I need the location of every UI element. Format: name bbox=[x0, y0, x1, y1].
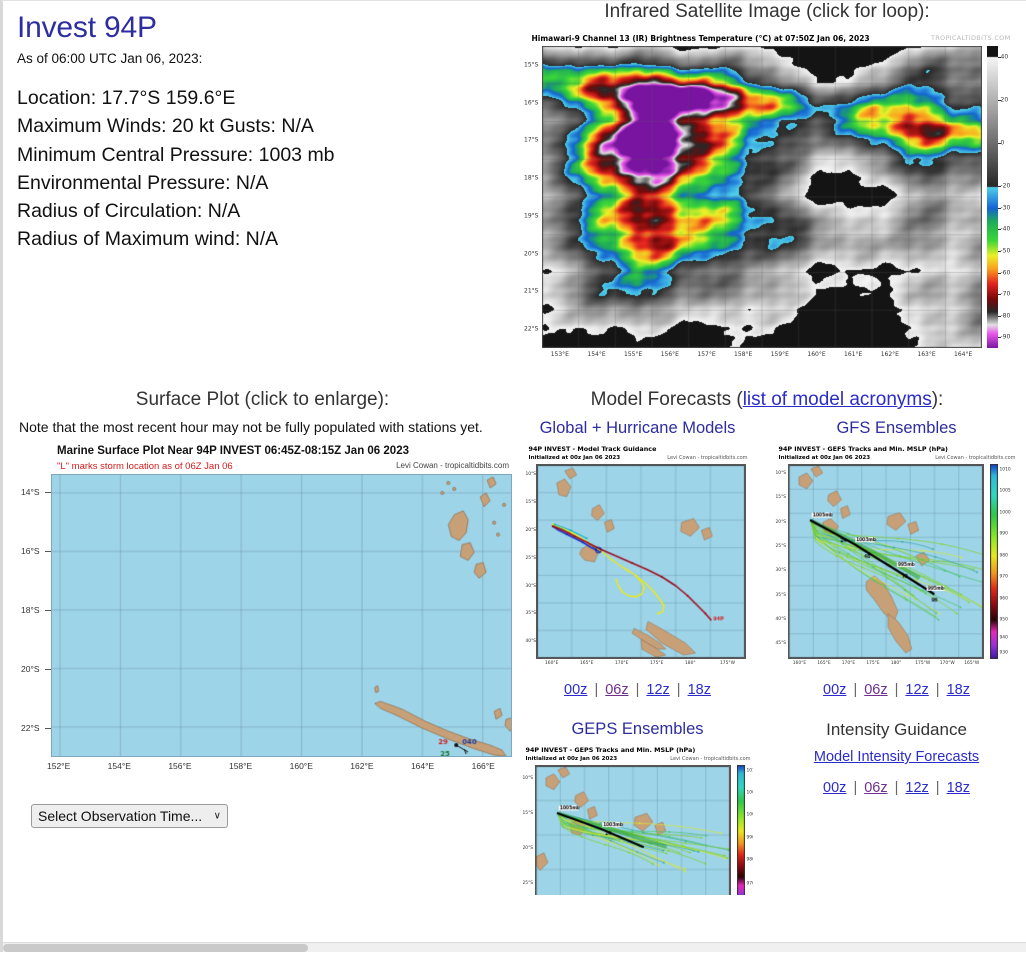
chart-subtitle: Initialized at 00z Jan 06 2023 bbox=[778, 455, 871, 461]
link-separator: | bbox=[635, 682, 640, 698]
chart-map[interactable] bbox=[534, 765, 731, 895]
time-link-00z[interactable]: 00z bbox=[823, 682, 846, 698]
satellite-image-wrapper[interactable]: Himawari-9 Channel 13 (IR) Brightness Te… bbox=[514, 31, 1020, 367]
models-heading-suffix: ): bbox=[931, 389, 944, 410]
time-link-18z[interactable]: 18z bbox=[947, 780, 970, 796]
page-root: Invest 94P As of 06:00 UTC Jan 06, 2023:… bbox=[0, 0, 1026, 952]
surface-note: Note that the most recent hour may not b… bbox=[19, 419, 483, 435]
intensity-cell: Intensity Guidance Model Intensity Forec… bbox=[767, 720, 1026, 895]
satellite-image[interactable]: Himawari-9 Channel 13 (IR) Brightness Te… bbox=[514, 31, 1015, 367]
scrollbar-thumb[interactable] bbox=[3, 944, 308, 952]
models-heading-prefix: Model Forecasts ( bbox=[590, 389, 743, 410]
satellite-panel: Infrared Satellite Image (click for loop… bbox=[508, 1, 1026, 367]
satellite-colorbar bbox=[986, 46, 998, 348]
chart-credit: Levi Cowan - tropicaltidbits.com bbox=[935, 455, 1016, 461]
panel-title-gfs: GFS Ensembles bbox=[836, 419, 957, 437]
intensity-link-wrapper: Model Intensity Forecasts bbox=[767, 748, 1026, 766]
surface-plot[interactable]: Marine Surface Plot Near 94P INVEST 06:4… bbox=[19, 443, 515, 798]
chart-title: 94P INVEST - Model Track Guidance bbox=[528, 445, 657, 453]
model-intensity-forecasts-link[interactable]: Model Intensity Forecasts bbox=[814, 749, 979, 765]
chart-map[interactable] bbox=[787, 464, 984, 659]
page-title: Invest 94P bbox=[17, 11, 157, 44]
surface-panel: Surface Plot (click to enlarge): Note th… bbox=[3, 389, 512, 895]
chart-title: 94P INVEST - GEPS Tracks and Min. MSLP (… bbox=[525, 746, 696, 754]
model-cell-geps: GEPS Ensembles 94P INVEST - GEPS Tracks … bbox=[508, 720, 767, 895]
surface-subtitle: "L" marks storm location as of 06Z Jan 0… bbox=[57, 461, 233, 472]
chart-subtitle: Initialized at 00z Jan 06 2023 bbox=[525, 756, 618, 762]
surface-heading: Surface Plot (click to enlarge): bbox=[135, 389, 390, 410]
stat-max-winds: Maximum Winds: 20 kt Gusts: N/A bbox=[17, 115, 314, 138]
chart-credit: Levi Cowan - tropicaltidbits.com bbox=[670, 756, 751, 762]
model-acronyms-link[interactable]: list of model acronyms bbox=[743, 389, 932, 410]
model-cell-gfs: GFS Ensembles 94P INVEST - GEFS Tracks a… bbox=[767, 419, 1026, 698]
time-link-00z[interactable]: 00z bbox=[823, 780, 846, 796]
time-links-intensity: 00z | 06z | 12z | 18z bbox=[767, 780, 1026, 796]
link-separator: | bbox=[894, 780, 899, 796]
chart-model-track-guidance[interactable]: 94P INVEST - Model Track Guidance Initia… bbox=[525, 444, 750, 674]
time-link-12z[interactable]: 12z bbox=[905, 780, 928, 796]
time-links-gfs: 00z | 06z | 12z | 18z bbox=[767, 682, 1026, 698]
bottom-section: Surface Plot (click to enlarge): Note th… bbox=[3, 389, 1026, 895]
panel-title-geps: GEPS Ensembles bbox=[571, 720, 704, 738]
model-cell-global: Global + Hurricane Models 94P INVEST - M… bbox=[508, 419, 767, 698]
model-grid: Global + Hurricane Models 94P INVEST - M… bbox=[508, 419, 1026, 895]
time-link-06z[interactable]: 06z bbox=[864, 682, 887, 698]
stat-radius-max-wind: Radius of Maximum wind: N/A bbox=[17, 228, 279, 251]
horizontal-scrollbar[interactable] bbox=[3, 942, 1026, 952]
link-separator: | bbox=[853, 780, 858, 796]
time-link-18z[interactable]: 18z bbox=[688, 682, 711, 698]
chart-subtitle: Initialized at 00z Jan 06 2023 bbox=[528, 455, 621, 461]
observation-time-select[interactable]: Select Observation Time... bbox=[31, 804, 228, 828]
time-link-06z[interactable]: 06z bbox=[864, 780, 887, 796]
storm-info-panel: Invest 94P As of 06:00 UTC Jan 06, 2023:… bbox=[3, 1, 508, 367]
time-links-global: 00z | 06z | 12z | 18z bbox=[508, 682, 767, 698]
as-of-text: As of 06:00 UTC Jan 06, 2023: bbox=[17, 51, 203, 66]
link-separator: | bbox=[594, 682, 599, 698]
link-separator: | bbox=[935, 682, 940, 698]
chart-colorbar bbox=[736, 765, 745, 895]
panel-title-global: Global + Hurricane Models bbox=[539, 419, 736, 437]
models-panel: Model Forecasts (list of model acronyms)… bbox=[508, 389, 1026, 895]
link-separator: | bbox=[894, 682, 899, 698]
chart-credit: Levi Cowan - tropicaltidbits.com bbox=[667, 455, 748, 461]
stat-env-pressure: Environmental Pressure: N/A bbox=[17, 171, 269, 194]
link-separator: | bbox=[853, 682, 858, 698]
link-separator: | bbox=[935, 780, 940, 796]
time-link-12z[interactable]: 12z bbox=[646, 682, 669, 698]
surface-chart-title: Marine Surface Plot Near 94P INVEST 06:4… bbox=[57, 445, 409, 457]
observation-time-select-wrapper[interactable]: Select Observation Time... ∨ bbox=[31, 804, 228, 828]
top-section: Invest 94P As of 06:00 UTC Jan 06, 2023:… bbox=[3, 1, 1026, 367]
chart-map[interactable] bbox=[535, 464, 746, 659]
satellite-chart-title: Himawari-9 Channel 13 (IR) Brightness Te… bbox=[531, 34, 870, 43]
chart-gefs-tracks[interactable]: 94P INVEST - GEFS Tracks and Min. MSLP (… bbox=[775, 444, 1018, 674]
satellite-heading: Infrared Satellite Image (click for loop… bbox=[604, 1, 930, 22]
satellite-canvas bbox=[541, 46, 982, 348]
time-link-06z[interactable]: 06z bbox=[605, 682, 628, 698]
chart-colorbar bbox=[989, 464, 998, 659]
link-separator: | bbox=[676, 682, 681, 698]
stat-location: Location: 17.7°S 159.6°E bbox=[17, 87, 236, 109]
satellite-credit: TROPICALTIDBITS.COM bbox=[930, 34, 1011, 42]
time-link-00z[interactable]: 00z bbox=[564, 682, 587, 698]
surface-map[interactable] bbox=[51, 474, 512, 757]
chart-title: 94P INVEST - GEFS Tracks and Min. MSLP (… bbox=[778, 445, 948, 453]
time-link-12z[interactable]: 12z bbox=[905, 682, 928, 698]
surface-credit: Levi Cowan - tropicaltidbits.com bbox=[396, 461, 509, 470]
time-link-18z[interactable]: 18z bbox=[947, 682, 970, 698]
chart-geps-tracks[interactable]: 94P INVEST - GEPS Tracks and Min. MSLP (… bbox=[522, 745, 753, 895]
models-heading: Model Forecasts (list of model acronyms)… bbox=[508, 389, 1026, 411]
stat-radius-circulation: Radius of Circulation: N/A bbox=[17, 200, 241, 223]
stat-min-pressure: Minimum Central Pressure: 1003 mb bbox=[17, 143, 335, 166]
intensity-title: Intensity Guidance bbox=[826, 720, 967, 739]
